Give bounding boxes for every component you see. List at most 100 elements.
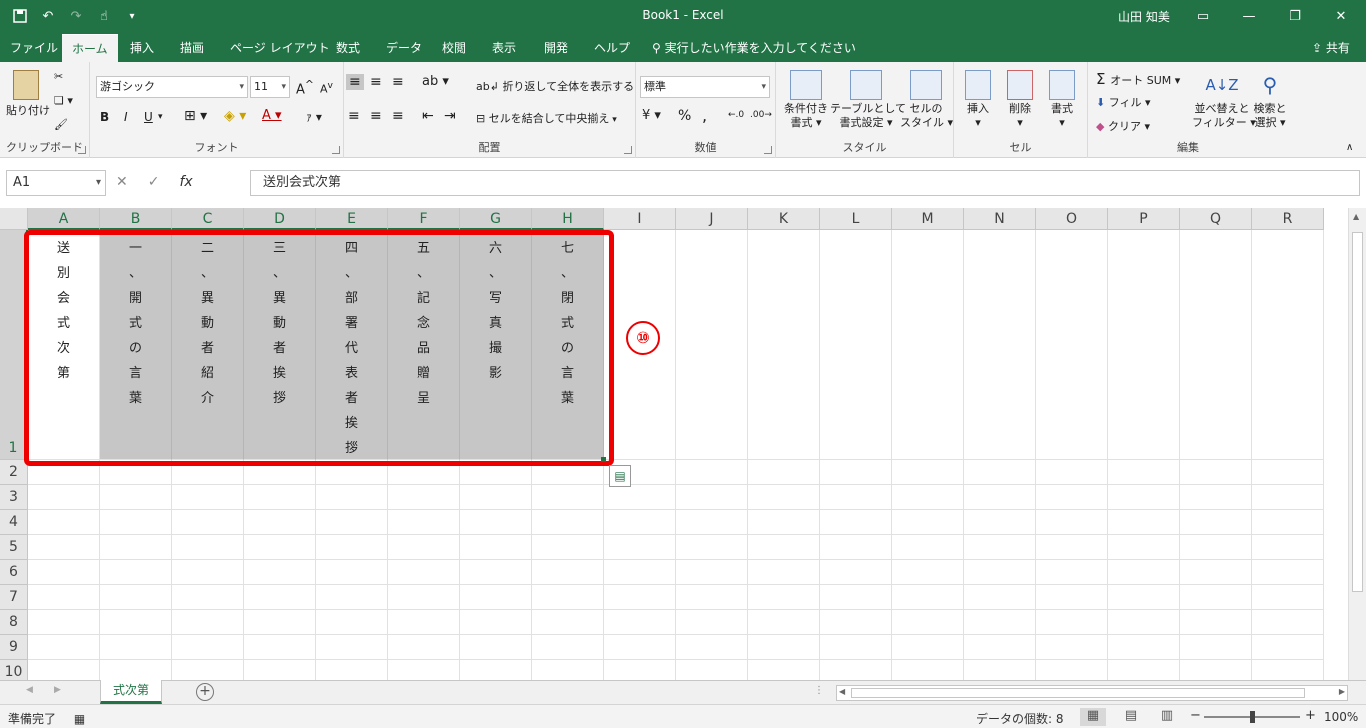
cell-o1[interactable] (1036, 230, 1108, 460)
cell-l2[interactable] (820, 460, 892, 485)
fill-color-icon[interactable]: ◈ ▾ (224, 108, 246, 124)
orientation-icon[interactable]: ab ▾ (422, 74, 449, 89)
select-all-corner[interactable] (0, 208, 28, 230)
cell-l8[interactable] (820, 610, 892, 635)
cell-j4[interactable] (676, 510, 748, 535)
cell-d6[interactable] (244, 560, 316, 585)
cell-g10[interactable] (460, 660, 532, 680)
column-header-n[interactable]: N (964, 208, 1036, 230)
zoom-slider-thumb[interactable] (1250, 711, 1255, 723)
cancel-icon[interactable]: ✕ (116, 174, 128, 190)
align-bottom-icon[interactable]: ≡ (392, 74, 404, 90)
insert-function-icon[interactable]: fx (179, 174, 192, 190)
cell-f6[interactable] (388, 560, 460, 585)
cell-m9[interactable] (892, 635, 964, 660)
cell-g7[interactable] (460, 585, 532, 610)
cell-d4[interactable] (244, 510, 316, 535)
column-header-i[interactable]: I (604, 208, 676, 230)
cell-r3[interactable] (1252, 485, 1324, 510)
cell-e4[interactable] (316, 510, 388, 535)
share-button[interactable]: ⇪ 共有 (1312, 34, 1350, 62)
cell-q1[interactable] (1180, 230, 1252, 460)
add-sheet-icon[interactable]: + (196, 683, 214, 701)
scroll-thumb[interactable] (1352, 232, 1363, 592)
cell-o3[interactable] (1036, 485, 1108, 510)
cell-f3[interactable] (388, 485, 460, 510)
enter-icon[interactable]: ✓ (148, 174, 160, 190)
user-name[interactable]: 山田 知美 (1118, 8, 1170, 25)
cell-m2[interactable] (892, 460, 964, 485)
vertical-scrollbar[interactable]: ▲ (1348, 208, 1366, 680)
close-icon[interactable]: ✕ (1318, 0, 1364, 32)
cell-n8[interactable] (964, 610, 1036, 635)
column-header-o[interactable]: O (1036, 208, 1108, 230)
cell-a6[interactable] (28, 560, 100, 585)
cell-o5[interactable] (1036, 535, 1108, 560)
tab-draw[interactable]: 描画 (170, 34, 214, 62)
cell-f10[interactable] (388, 660, 460, 680)
grow-font-icon[interactable]: A^ (296, 78, 314, 97)
cell-l5[interactable] (820, 535, 892, 560)
row-header-6[interactable]: 6 (0, 560, 28, 585)
cell-o10[interactable] (1036, 660, 1108, 680)
cell-l3[interactable] (820, 485, 892, 510)
cell-k2[interactable] (748, 460, 820, 485)
merge-center-button[interactable]: ⊟ セルを結合して中央揃え ▾ (476, 110, 617, 126)
cell-n10[interactable] (964, 660, 1036, 680)
cell-j9[interactable] (676, 635, 748, 660)
column-header-k[interactable]: K (748, 208, 820, 230)
dialog-launcher-icon[interactable] (764, 146, 772, 154)
align-middle-icon[interactable]: ≡ (370, 74, 382, 90)
cell-k10[interactable] (748, 660, 820, 680)
dialog-launcher-icon[interactable] (624, 146, 632, 154)
cell-r4[interactable] (1252, 510, 1324, 535)
insert-cells-button[interactable]: 挿入 ▾ (960, 70, 996, 130)
restore-icon[interactable]: ❐ (1272, 0, 1318, 32)
cell-n1[interactable] (964, 230, 1036, 460)
page-layout-view-icon[interactable]: ▤ (1118, 708, 1144, 726)
cell-h6[interactable] (532, 560, 604, 585)
cell-b8[interactable] (100, 610, 172, 635)
cell-o2[interactable] (1036, 460, 1108, 485)
increase-decimal-icon[interactable]: ←.0 (728, 110, 744, 120)
cell-b4[interactable] (100, 510, 172, 535)
cell-d7[interactable] (244, 585, 316, 610)
cell-i10[interactable] (604, 660, 676, 680)
cell-h7[interactable] (532, 585, 604, 610)
underline-button[interactable]: U (144, 110, 153, 124)
cell-g1[interactable]: 六、写真撮影 (460, 230, 532, 460)
scroll-thumb[interactable] (851, 688, 1305, 698)
cell-q2[interactable] (1180, 460, 1252, 485)
column-header-g[interactable]: G (460, 208, 532, 230)
cell-h1[interactable]: 七、閉式の言葉 (532, 230, 604, 460)
minimize-icon[interactable]: — (1226, 0, 1272, 32)
cell-h9[interactable] (532, 635, 604, 660)
cell-a2[interactable] (28, 460, 100, 485)
cell-m6[interactable] (892, 560, 964, 585)
align-left-icon[interactable]: ≡ (348, 108, 360, 124)
fill-handle[interactable] (601, 457, 606, 462)
prev-sheet-icon[interactable]: ◀ (26, 685, 33, 695)
underline-dropdown-icon[interactable]: ▾ (158, 112, 163, 122)
column-header-p[interactable]: P (1108, 208, 1180, 230)
cell-n3[interactable] (964, 485, 1036, 510)
cell-m4[interactable] (892, 510, 964, 535)
cell-g8[interactable] (460, 610, 532, 635)
cell-k6[interactable] (748, 560, 820, 585)
dialog-launcher-icon[interactable] (78, 146, 86, 154)
normal-view-icon[interactable]: ▦ (1080, 708, 1106, 726)
cell-g5[interactable] (460, 535, 532, 560)
font-name-dropdown[interactable]: 游ゴシック (96, 76, 248, 98)
cell-o6[interactable] (1036, 560, 1108, 585)
cell-i6[interactable] (604, 560, 676, 585)
cell-c4[interactable] (172, 510, 244, 535)
column-header-b[interactable]: B (100, 208, 172, 230)
scroll-right-icon[interactable]: ▶ (1339, 687, 1345, 696)
format-cells-button[interactable]: 書式 ▾ (1044, 70, 1080, 130)
cell-r5[interactable] (1252, 535, 1324, 560)
cell-h10[interactable] (532, 660, 604, 680)
cell-q7[interactable] (1180, 585, 1252, 610)
column-header-f[interactable]: F (388, 208, 460, 230)
ribbon-display-icon[interactable]: ▭ (1180, 0, 1226, 32)
cell-e10[interactable] (316, 660, 388, 680)
